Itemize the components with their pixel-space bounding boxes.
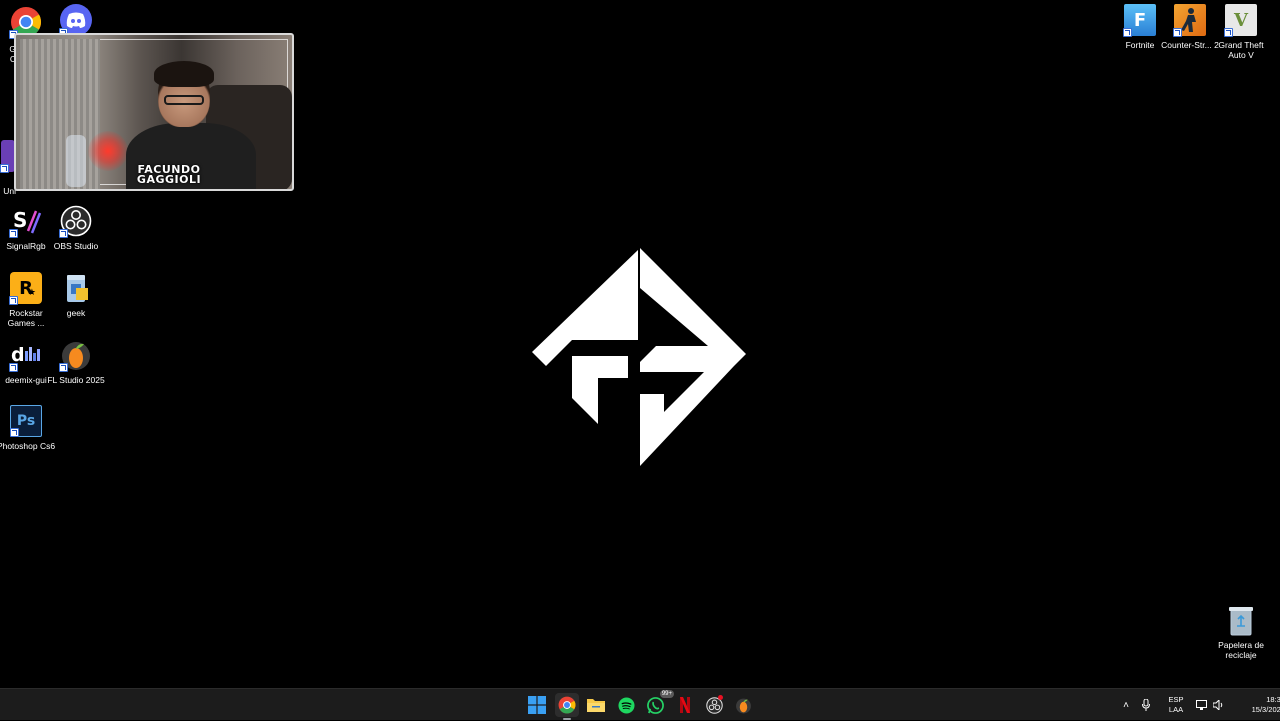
desktop-icon-fortnite[interactable]: F Fortnite: [1114, 4, 1166, 50]
desktop-icon-label: Grand Theft Auto V: [1218, 40, 1264, 60]
whatsapp-icon: [646, 696, 664, 714]
desktop-icon-recycle-bin[interactable]: Papelera de reciclaje: [1215, 604, 1267, 660]
chevron-up-icon[interactable]: ˄: [1118, 700, 1134, 711]
desktop-icon-flstudio[interactable]: FL Studio 2025: [47, 339, 105, 385]
windows-start-icon: [528, 696, 546, 714]
taskbar-fl-studio[interactable]: [731, 693, 755, 717]
fg-logo: [532, 248, 746, 466]
taskbar: 99+ ˄ ESP LAA 18:3 15/3/202: [0, 688, 1280, 720]
desktop-icon-signalrgb[interactable]: S SignalRgb: [0, 205, 52, 251]
desktop-icon-discord[interactable]: [50, 4, 102, 37]
desktop-icon-gta[interactable]: V Grand Theft Auto V: [1215, 4, 1267, 60]
microphone-icon[interactable]: [1140, 699, 1152, 711]
rockstar-icon: R ★: [9, 272, 42, 305]
folder-icon: [587, 699, 605, 712]
language-indicator[interactable]: ESP LAA: [1164, 695, 1188, 715]
desktop-icon-obs[interactable]: OBS Studio: [50, 205, 102, 251]
geek-icon: [60, 272, 92, 304]
flstudio-icon: [735, 698, 751, 713]
desktop-icon-photoshop[interactable]: Ps Photoshop Cs6: [0, 405, 55, 451]
desktop-icon-label: Papelera de reciclaje: [1218, 640, 1264, 660]
spotify-icon: [617, 696, 635, 714]
flstudio-icon: [59, 339, 92, 372]
taskbar-start-button[interactable]: [525, 693, 549, 717]
counter-strike-icon: [1173, 4, 1206, 37]
desktop-icon-label: Photoshop Cs6: [0, 441, 56, 451]
webcam-brand-text: FACUNDO GAGGIOLI: [136, 163, 202, 186]
photoshop-icon: Ps: [10, 405, 42, 437]
desktop-icon-label: geek: [66, 308, 86, 318]
desktop-icon-label: FL Studio 2025: [47, 375, 105, 385]
taskbar-chrome[interactable]: [555, 693, 579, 720]
discord-icon: [59, 4, 92, 37]
network-icon[interactable]: [1196, 700, 1208, 710]
desktop-icon-counter-strike[interactable]: Counter-Str... 2: [1161, 4, 1219, 50]
desktop-icon-label: OBS Studio: [53, 241, 99, 251]
taskbar-spotify[interactable]: [614, 693, 638, 717]
fortnite-icon: F: [1123, 4, 1156, 37]
system-tray: ˄ ESP LAA 18:33 15/3/2026: [1118, 689, 1280, 721]
volume-icon[interactable]: [1213, 700, 1225, 710]
clock[interactable]: 18:33 15/3/2026: [1241, 695, 1280, 715]
taskbar-netflix[interactable]: [673, 693, 697, 717]
signalrgb-icon: S: [9, 205, 42, 238]
desktop-icon-deemix[interactable]: d deemix-gui: [0, 339, 52, 385]
chrome-icon: [558, 696, 576, 714]
obs-icon: [59, 205, 92, 238]
taskbar-whatsapp[interactable]: 99+: [643, 690, 674, 717]
desktop-icon-geek[interactable]: geek: [50, 272, 102, 318]
whatsapp-unread-badge: 99+: [659, 690, 674, 698]
taskbar-obs[interactable]: [702, 693, 726, 717]
gta-icon: V: [1224, 4, 1257, 37]
recording-dot-icon: [718, 695, 723, 700]
netflix-icon: [680, 697, 690, 713]
deemix-icon: d: [9, 339, 42, 372]
desktop-icon-rockstar[interactable]: R ★ Rockstar Games ...: [0, 272, 52, 328]
webcam-overlay: FACUNDO GAGGIOLI: [14, 33, 294, 191]
recycle-bin-icon: [1225, 604, 1257, 636]
taskbar-file-explorer[interactable]: [584, 693, 608, 717]
unity-icon: [0, 140, 15, 173]
